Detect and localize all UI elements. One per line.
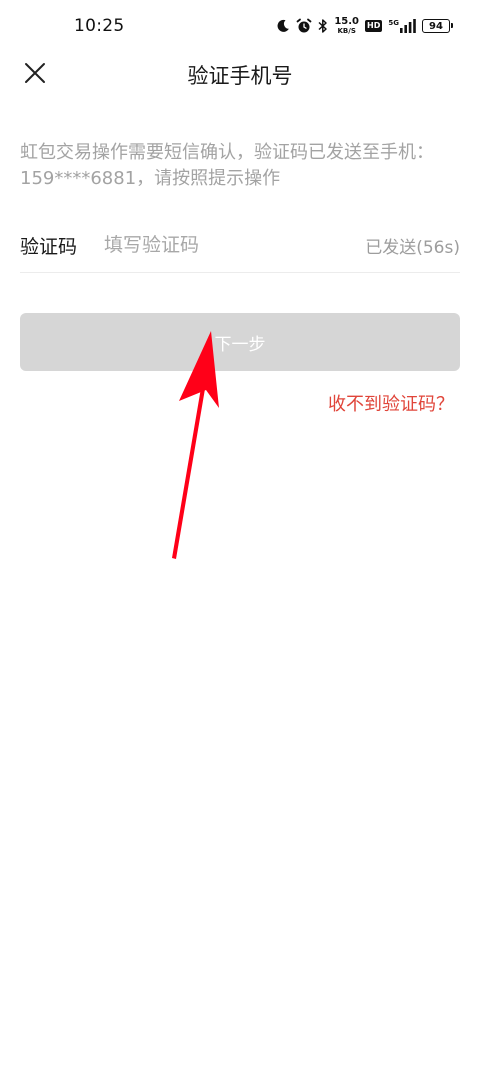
net-speed-unit: KB/S (337, 27, 356, 35)
no-code-link[interactable]: 收不到验证码？ (328, 390, 454, 416)
header: 验证手机号 (0, 52, 480, 96)
network-type: 5G (388, 19, 399, 27)
hd-icon: HD (365, 20, 383, 32)
moon-icon (276, 19, 290, 33)
page-title: 验证手机号 (187, 64, 293, 88)
status-time: 10:25 (74, 16, 125, 36)
alarm-icon (296, 18, 312, 34)
sms-description: 虹包交易操作需要短信确认，验证码已发送至手机：159****6881，请按照提示… (20, 142, 434, 189)
status-bar: 10:25 15.0 KB/S HD 5G 94 (0, 0, 480, 52)
battery-icon: 94 (422, 19, 453, 33)
verify-phone-screen: 10:25 15.0 KB/S HD 5G 94 验证手机号 虹包交易操作需要短… (0, 0, 480, 1072)
verification-code-label: 验证码 (20, 235, 78, 258)
verification-code-input[interactable] (104, 230, 366, 260)
annotation-arrow-shaft (172, 382, 206, 559)
bluetooth-icon (318, 18, 328, 34)
next-step-button[interactable]: 下一步 (20, 313, 460, 371)
net-speed-value: 15.0 (334, 16, 360, 27)
net-speed: 15.0 KB/S (334, 16, 360, 36)
resend-countdown[interactable]: 已发送(56s) (365, 233, 460, 258)
signal-icon: 5G (388, 19, 416, 33)
verification-code-row: 验证码 已发送(56s) (20, 218, 460, 273)
status-icons: 15.0 KB/S HD 5G 94 (276, 14, 453, 38)
